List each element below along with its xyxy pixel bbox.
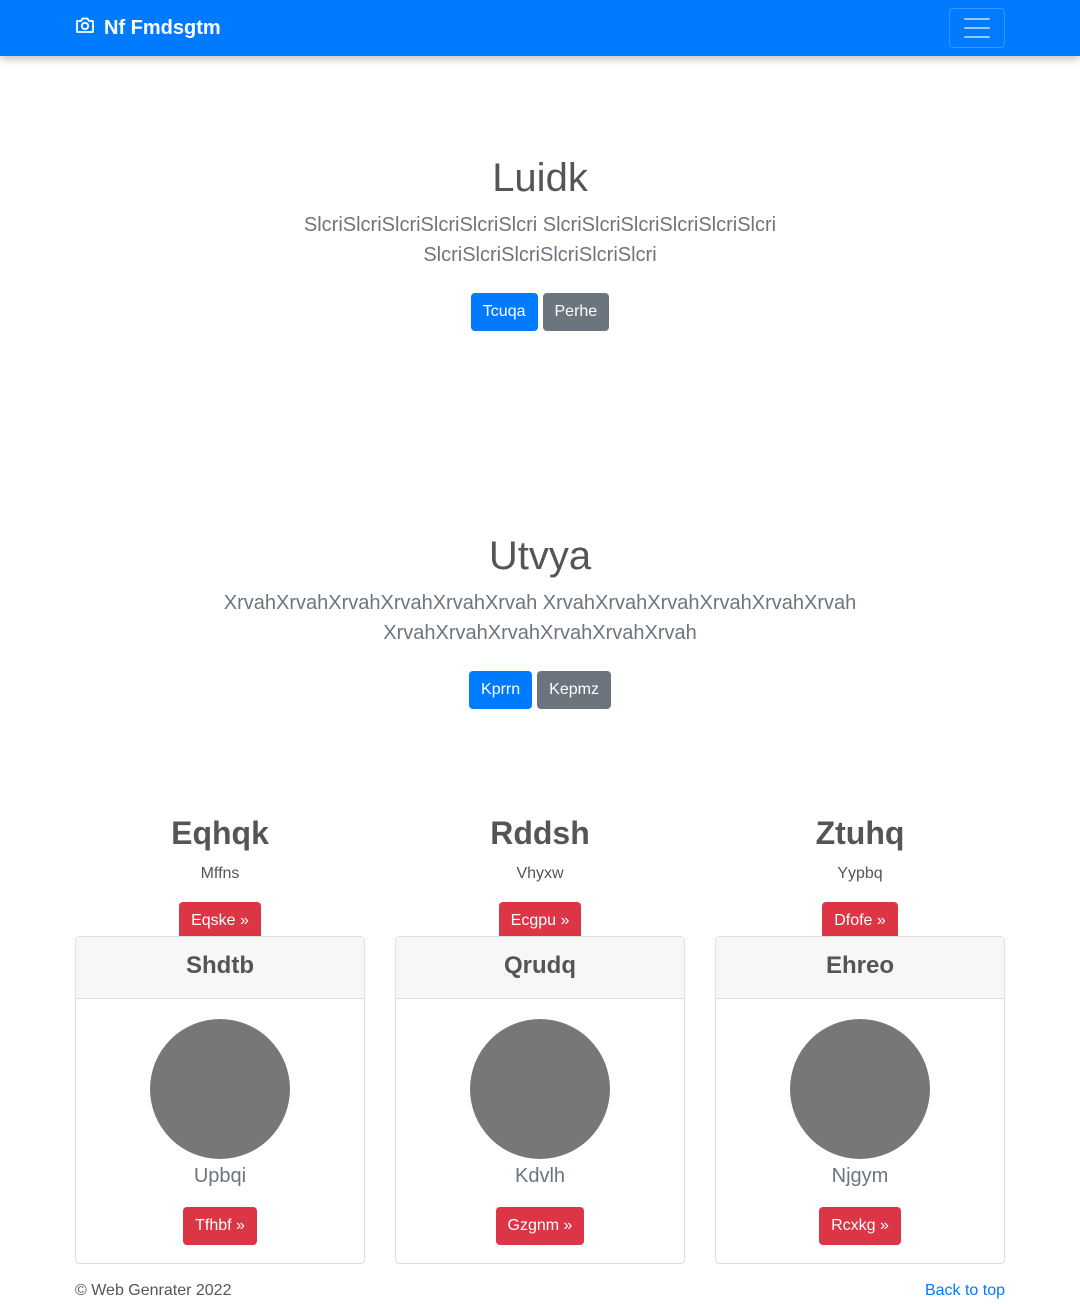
hero-secondary-button[interactable]: Kepmz	[537, 671, 611, 709]
brand-link[interactable]: Nf Fmdsgtm	[75, 16, 221, 40]
avatar	[470, 1019, 610, 1159]
back-to-top-link[interactable]: Back to top	[925, 1282, 1005, 1300]
feature-button[interactable]: Eqske »	[179, 902, 261, 940]
feature-button[interactable]: Dfofe »	[822, 902, 898, 940]
feature-text: Yypbq	[837, 865, 883, 882]
hero-primary-button[interactable]: Kprrn	[469, 671, 533, 709]
feature-title: Rddsh	[490, 815, 590, 851]
hero-buttons: Kprrn Kepmz	[0, 671, 1080, 709]
card-body: Upbqi Tfhbf »	[76, 999, 364, 1245]
hero-section-2: Utvya XrvahXrvahXrvahXrvahXrvahXrvah Xrv…	[0, 532, 1080, 709]
hero-lead: SlcriSlcriSlcriSlcriSlcriSlcri SlcriSlcr…	[0, 210, 1080, 270]
hero-title: Utvya	[488, 534, 592, 578]
avatar	[150, 1019, 290, 1159]
brand-text: Nf Fmdsgtm	[104, 16, 221, 39]
navbar-toggler-button[interactable]	[949, 8, 1005, 48]
card-button[interactable]: Rcxkg »	[819, 1207, 901, 1245]
hero-primary-button[interactable]: Tcuqa	[470, 293, 538, 331]
card-header: Qrudq	[396, 937, 684, 999]
feature-column: Eqhqk Mffns Eqske »	[75, 814, 365, 940]
hero-lead-line-2: SlcriSlcriSlcriSlcriSlcriSlcri	[423, 244, 657, 266]
card-header: Shdtb	[76, 937, 364, 999]
hero-lead-line-1: SlcriSlcriSlcriSlcriSlcriSlcri SlcriSlcr…	[303, 214, 777, 236]
feature-column: Rddsh Vhyxw Ecgpu »	[395, 814, 685, 940]
feature-text: Vhyxw	[516, 865, 564, 882]
avatar	[790, 1019, 930, 1159]
card-name: Upbqi	[193, 1165, 247, 1187]
hero-secondary-button[interactable]: Perhe	[542, 293, 610, 331]
card-header: Ehreo	[716, 937, 1004, 999]
hero-lead: XrvahXrvahXrvahXrvahXrvahXrvah XrvahXrva…	[0, 588, 1080, 648]
feature-button[interactable]: Ecgpu »	[498, 902, 582, 940]
feature-title: Eqhqk	[171, 815, 269, 851]
card-name: Kdvlh	[514, 1165, 566, 1187]
hamburger-menu-icon	[964, 18, 990, 20]
feature-title: Ztuhq	[815, 815, 905, 851]
feature-text: Mffns	[200, 865, 240, 882]
footer: © Web Genrater 2022 Back to top	[75, 1282, 1005, 1304]
hero-lead-line-1: XrvahXrvahXrvahXrvahXrvahXrvah XrvahXrva…	[223, 592, 857, 614]
hero-buttons: Tcuqa Perhe	[0, 293, 1080, 331]
card-body: Njgym Rcxkg »	[716, 999, 1004, 1245]
hero-title: Luidk	[492, 156, 588, 200]
profile-card: Ehreo Njgym Rcxkg »	[715, 936, 1005, 1264]
footer-copyright: © Web Genrater 2022	[75, 1282, 232, 1299]
profile-card: Shdtb Upbqi Tfhbf »	[75, 936, 365, 1264]
card-button[interactable]: Gzgnm »	[495, 1207, 585, 1245]
card-name: Njgym	[831, 1165, 889, 1187]
camera-icon	[75, 16, 104, 40]
profile-card: Qrudq Kdvlh Gzgnm »	[395, 936, 685, 1264]
card-button[interactable]: Tfhbf »	[183, 1207, 257, 1245]
feature-column: Ztuhq Yypbq Dfofe »	[715, 814, 1005, 940]
hero-lead-line-2: XrvahXrvahXrvahXrvahXrvahXrvah	[383, 622, 697, 644]
card-body: Kdvlh Gzgnm »	[396, 999, 684, 1245]
hero-section-1: Luidk SlcriSlcriSlcriSlcriSlcriSlcri Slc…	[0, 154, 1080, 331]
navbar: Nf Fmdsgtm	[0, 0, 1080, 56]
